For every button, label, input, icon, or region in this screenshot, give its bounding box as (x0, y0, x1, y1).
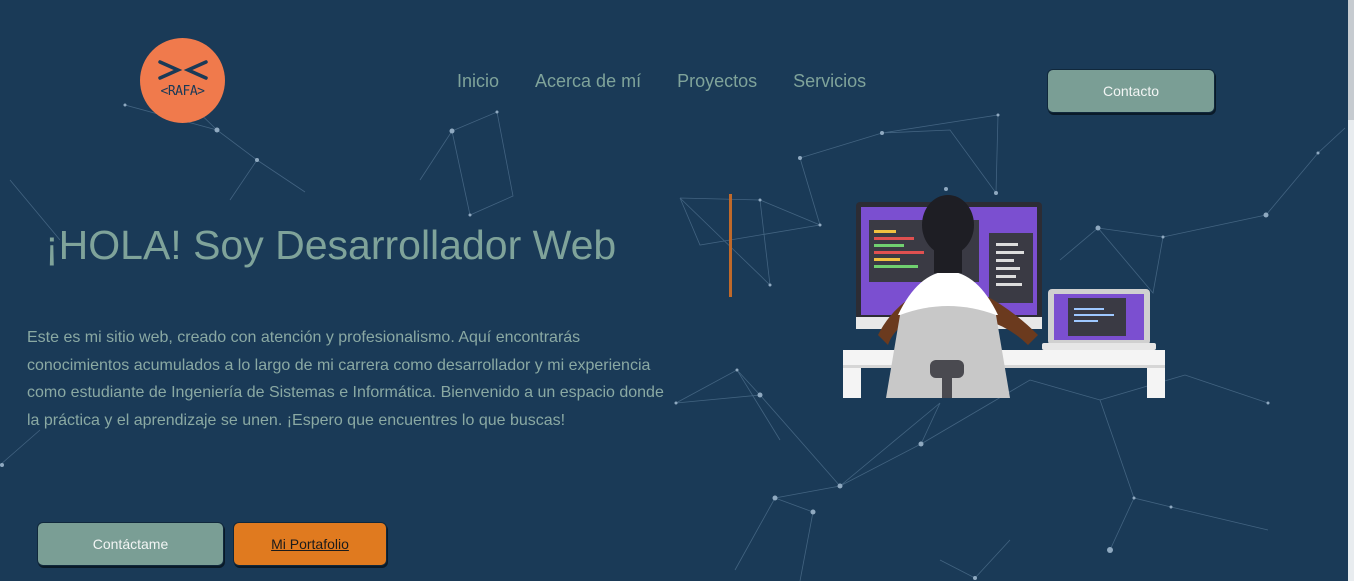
nav-item-inicio[interactable]: Inicio (457, 71, 499, 92)
text-caret (729, 194, 732, 297)
developer-at-desk-illustration (843, 195, 1165, 398)
nav-item-servicios[interactable]: Servicios (793, 71, 866, 92)
main-nav: Inicio Acerca de mí Proyectos Servicios (457, 71, 866, 92)
logo-text: <RAFA> (160, 84, 205, 99)
portfolio-button[interactable]: Mi Portafolio (233, 522, 387, 566)
hero-description: Este es mi sitio web, creado con atenció… (27, 329, 664, 429)
scrollbar-thumb[interactable] (1348, 0, 1354, 120)
contact-me-button[interactable]: Contáctame (37, 522, 224, 566)
nav-item-proyectos[interactable]: Proyectos (677, 71, 757, 92)
scrollbar[interactable] (1348, 0, 1354, 581)
nav-item-acerca[interactable]: Acerca de mí (535, 71, 641, 92)
hero-title: ¡HOLA! Soy Desarrollador Web (45, 222, 617, 268)
rafa-logo-icon (157, 60, 208, 80)
logo[interactable]: <RAFA> (140, 38, 225, 123)
contact-button[interactable]: Contacto (1047, 69, 1215, 113)
